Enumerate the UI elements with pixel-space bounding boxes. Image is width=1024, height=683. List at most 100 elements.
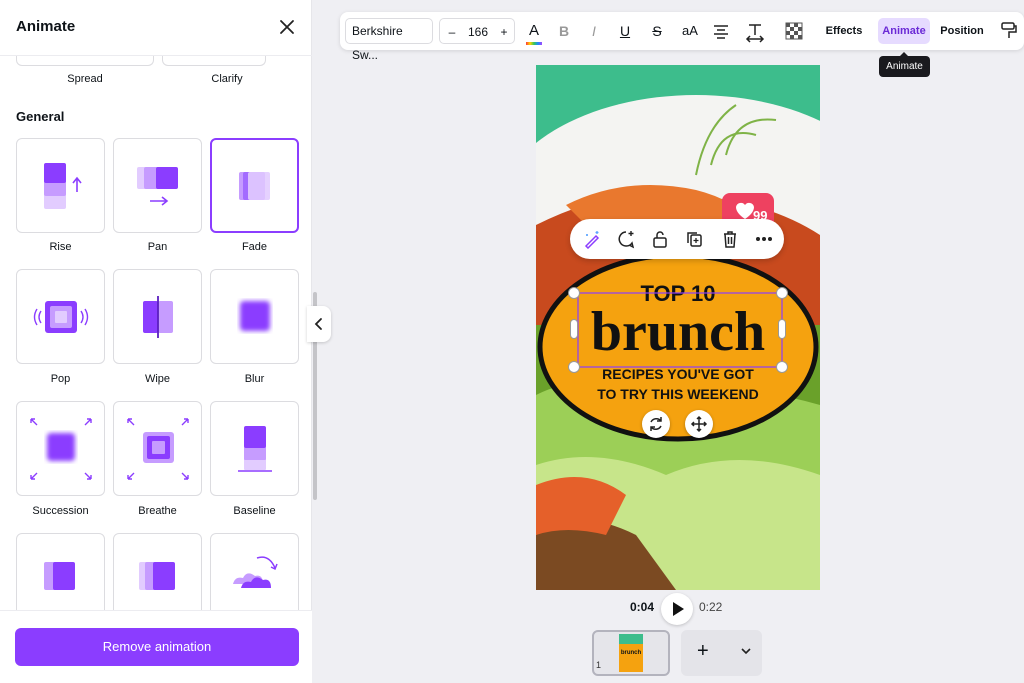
clarify-card[interactable] [162,56,266,66]
font-family-dropdown[interactable]: Berkshire Sw... [345,18,433,62]
rise-card[interactable] [16,138,105,233]
text-toolbar: Berkshire Sw... – 166 + A B I U S aA Eff… [340,12,1024,62]
paint-roller-icon [1001,22,1017,38]
card-label: Succession [32,505,89,517]
magic-pencil-icon [584,231,600,250]
element-context-menu [570,219,784,259]
resize-handle-right[interactable] [778,319,786,339]
page-thumbnail[interactable]: brunch 1 [592,630,670,676]
underline-button[interactable]: U [615,18,635,44]
copy-style-button[interactable] [998,18,1020,44]
trash-icon [724,231,736,248]
succession-icon [30,418,92,480]
spacing-button[interactable] [743,18,767,44]
color-bar [526,42,542,45]
chevron-left-icon [314,318,322,330]
headline-main: brunch [591,301,765,363]
rise-icon [44,163,82,209]
resize-handle-tr[interactable] [776,287,788,299]
rotate-button[interactable] [642,410,670,438]
duplicate-icon [687,232,702,247]
card-label: Clarify [211,73,243,85]
card-label: Blur [244,373,265,385]
pop-icon [33,301,89,333]
current-time: 0:04 [630,600,655,614]
card-label: Baseline [233,505,276,517]
align-center-icon [714,25,728,39]
strikethrough-button[interactable]: S [647,18,667,44]
blur-card[interactable] [210,269,299,364]
letter-case-button[interactable]: aA [678,18,702,44]
align-button[interactable] [710,18,732,44]
thumbnail-text: brunch [620,650,642,656]
pop-card[interactable] [16,269,105,364]
card-label: Wipe [144,373,171,385]
baseline-icon [238,426,272,472]
card-label: Fade [241,241,268,253]
lock-button[interactable] [650,229,670,249]
chevron-down-icon [741,648,751,655]
card-label: Rise [49,241,72,253]
text-spacing-icon [745,24,765,43]
pan-icon [137,167,178,206]
resize-handle-left[interactable] [570,319,578,339]
resize-handle-tl[interactable] [568,287,580,299]
comment-button[interactable] [616,229,636,249]
delete-button[interactable] [720,229,740,249]
move-icon [690,415,708,433]
succession-card[interactable] [16,401,105,496]
resize-handle-br[interactable] [776,361,788,373]
position-button[interactable]: Position [938,18,986,44]
close-icon[interactable] [276,16,298,38]
rotate-icon [650,417,662,431]
subtitle-line2: TO TRY THIS WEEKEND [597,386,759,402]
fade-icon [239,172,270,200]
transparency-icon [785,22,803,40]
play-button[interactable] [661,593,693,625]
bold-button[interactable]: B [554,18,574,44]
subtitle-line1: RECIPES YOU'VE GOT [602,366,754,382]
card-label: Breathe [138,505,177,517]
fade-card[interactable] [210,138,299,233]
section-title: General [16,109,65,124]
card-label: Pan [147,241,168,253]
wipe-card[interactable] [113,269,202,364]
add-page-button[interactable]: + [697,640,709,663]
duplicate-button[interactable] [684,229,704,249]
lock-icon [653,231,667,248]
magic-edit-button[interactable] [582,229,602,250]
breathe-card[interactable] [113,401,202,496]
decrease-size-button[interactable]: – [444,19,460,45]
page-menu-button[interactable] [739,644,753,663]
effects-button[interactable]: Effects [824,18,864,44]
blur-icon [240,301,270,331]
panel-title: Animate [16,18,76,35]
font-size-input[interactable]: 166 [462,19,494,45]
comment-add-icon [618,231,635,249]
breathe-icon [127,418,189,480]
more-icon [756,237,772,241]
play-icon [673,602,684,616]
more-options-button[interactable] [754,229,774,249]
animate-button[interactable]: Animate [878,18,930,44]
pan-card[interactable] [113,138,202,233]
move-button[interactable] [685,410,713,438]
italic-button[interactable]: I [584,18,604,44]
panel-header: Animate [0,0,312,56]
text-color-button[interactable]: A [524,18,544,44]
thumbnail-image: brunch [619,634,643,672]
page-actions: + [681,630,762,676]
increase-size-button[interactable]: + [496,19,512,45]
page-number: 1 [596,660,602,670]
spread-card[interactable] [16,56,154,66]
remove-animation-button[interactable]: Remove animation [15,628,299,666]
font-size-control: – 166 + [439,18,515,44]
wipe-icon [143,296,173,338]
animate-tooltip: Animate [879,52,930,77]
resize-handle-bl[interactable] [568,361,580,373]
collapse-panel-button[interactable] [307,306,331,342]
baseline-card[interactable] [210,401,299,496]
total-time: 0:22 [699,600,723,614]
card-label: Spread [67,73,103,85]
transparency-button[interactable] [784,18,804,44]
